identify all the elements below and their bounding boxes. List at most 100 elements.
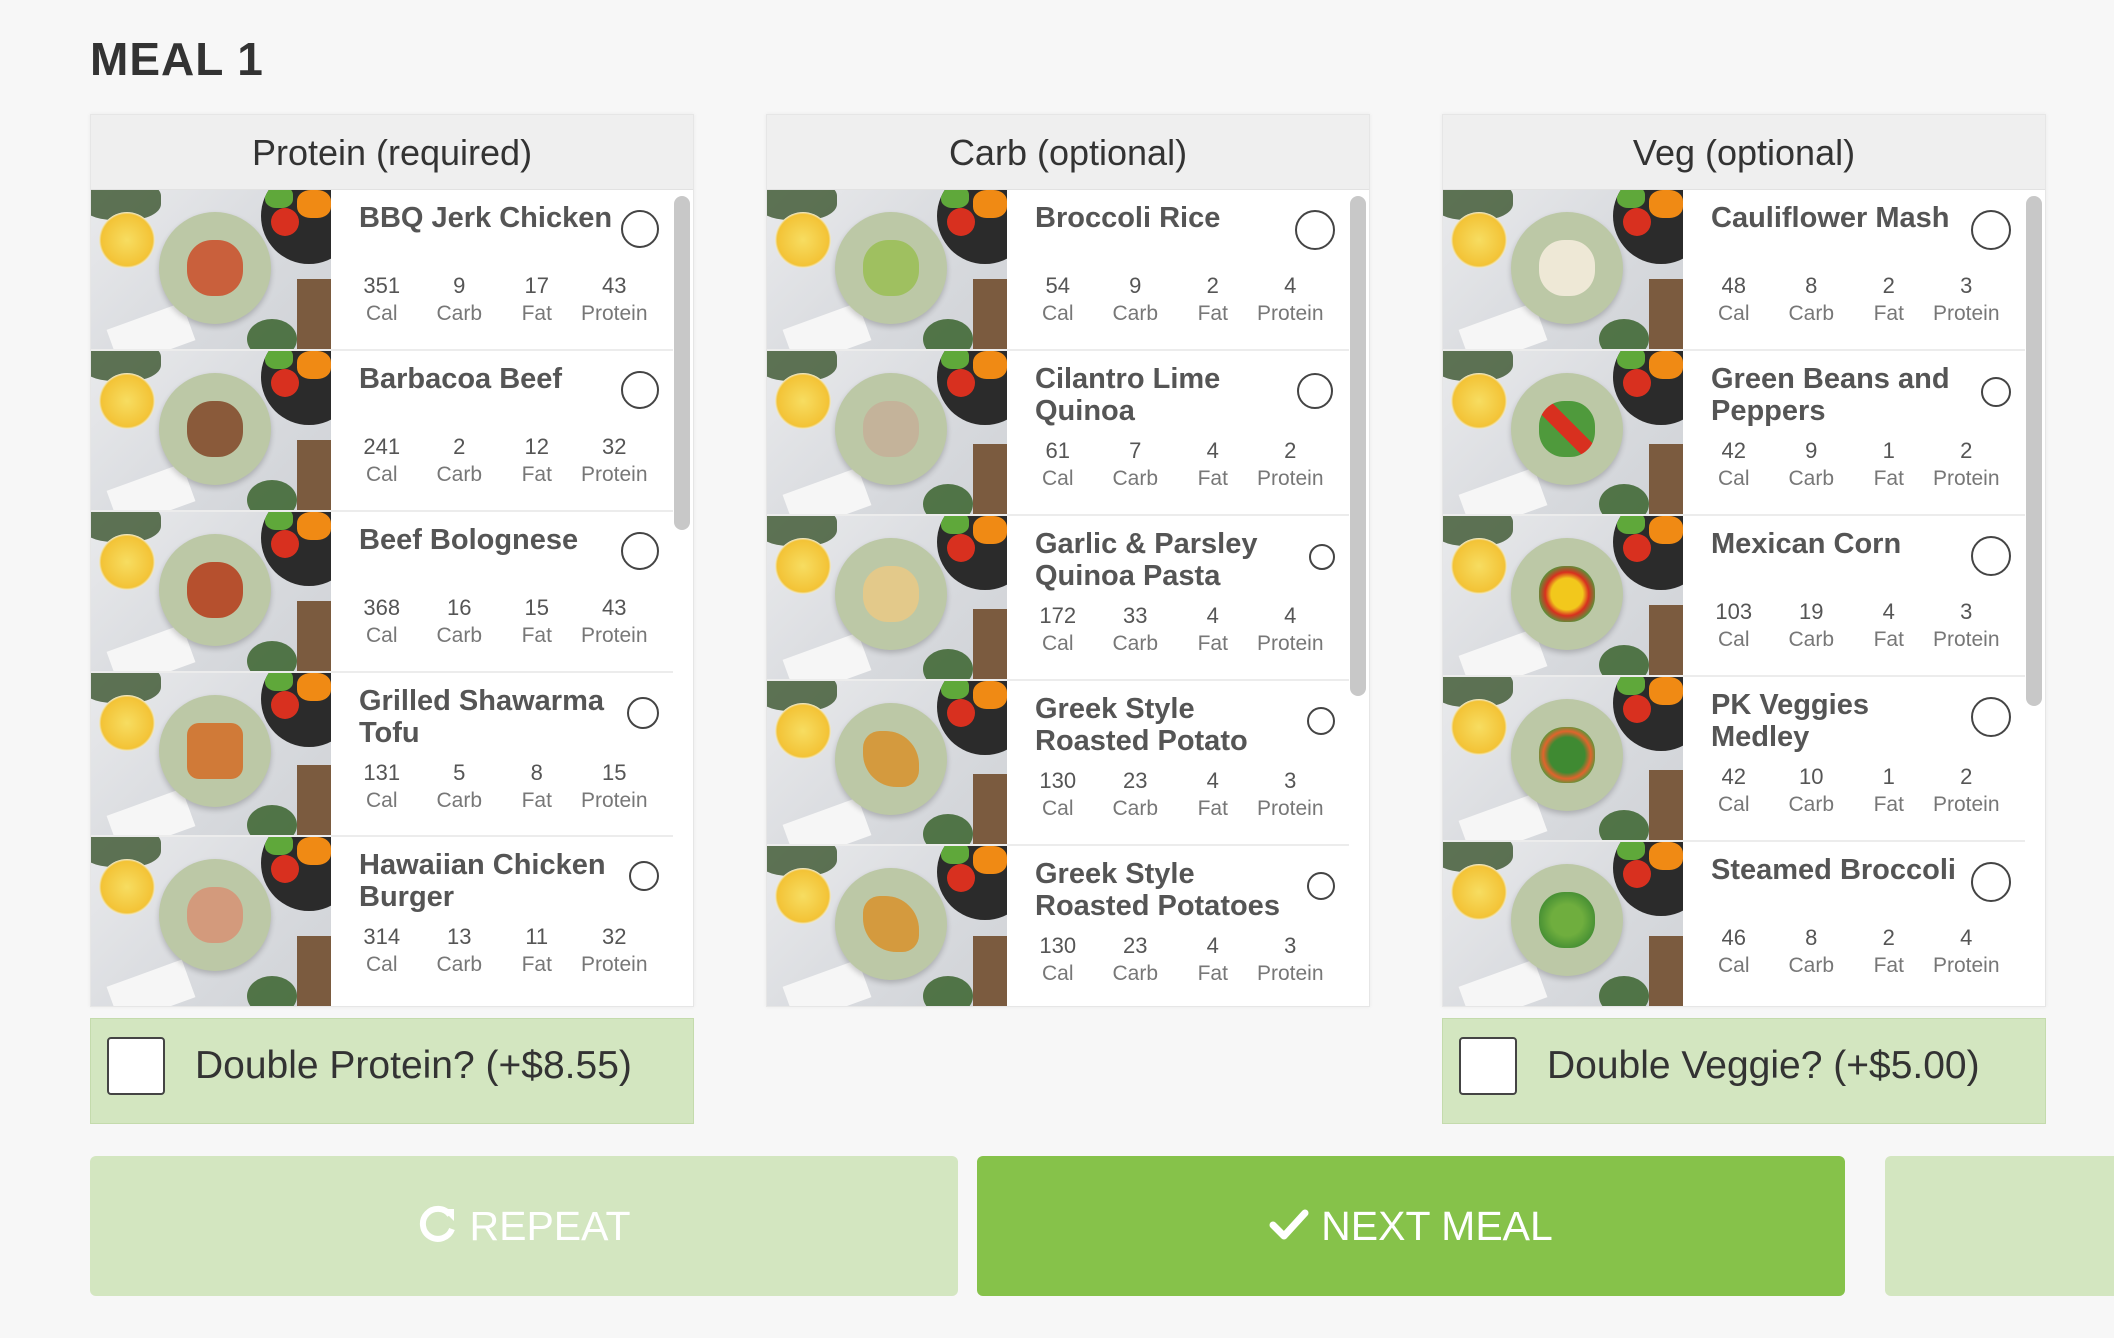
double-protein-toggle[interactable]: Double Protein? (+$8.55) [90, 1018, 694, 1124]
select-radio[interactable] [1971, 210, 2011, 250]
fat-label: Fat [521, 953, 552, 976]
item-name: Grilled Shawarma Tofu [359, 685, 604, 749]
fat-label: Fat [521, 463, 552, 486]
carb-label: Carb [1112, 632, 1159, 655]
protein-value: 3 [1284, 933, 1297, 958]
meal-photo [1443, 516, 1683, 675]
carb-value: 2 [453, 434, 466, 459]
carb-label: Carb [1788, 793, 1835, 816]
cal-label: Cal [1717, 793, 1750, 816]
carb-label: Carb [1788, 628, 1835, 651]
meal-photo [767, 351, 1007, 514]
cal-value: 351 [363, 273, 401, 298]
next-meal-button[interactable]: NEXT MEAL [977, 1156, 1845, 1296]
fat-label: Fat [1197, 467, 1228, 490]
double-veggie-label: Double Veggie? (+$5.00) [1547, 1044, 1980, 1087]
protein-value: 2 [1960, 438, 1973, 463]
carb-label: Carb [1112, 467, 1159, 490]
list-item[interactable]: Hawaiian Chicken Burger 314 Cal 13 Carb 11… [91, 837, 673, 1006]
cal-label: Cal [365, 624, 398, 647]
list-item[interactable]: Green Beans and Peppers 42 Cal 9 Carb 1 Fat… [1443, 351, 2025, 516]
select-radio[interactable] [629, 861, 659, 891]
select-radio[interactable] [627, 697, 659, 729]
veg-list[interactable]: Cauliflower Mash 48 Cal 8 Carb 2 Fat 3 Prote… [1443, 190, 2045, 1006]
protein-label: Protein [1932, 467, 2000, 490]
carb-value: 33 [1123, 603, 1148, 628]
list-item[interactable]: PK Veggies Medley 42 Cal 10 Carb 1 Fat 2 Pro… [1443, 677, 2025, 842]
protein-column: Protein (required) BBQ Jerk Chicken 351 C… [90, 114, 694, 1007]
select-radio[interactable] [1307, 872, 1335, 900]
list-item[interactable]: Cauliflower Mash 48 Cal 8 Carb 2 Fat 3 Prote… [1443, 190, 2025, 351]
veg-scrollbar[interactable] [2026, 196, 2042, 706]
fat-value: 2 [1882, 273, 1895, 298]
protein-value: 32 [602, 434, 627, 459]
list-item[interactable]: Garlic & Parsley Quinoa Pasta 172 Cal 33 C… [767, 516, 1349, 681]
veg-column: Veg (optional) Cauliflower Mash 48 Cal 8C… [1442, 114, 2046, 1007]
select-radio[interactable] [1971, 862, 2011, 902]
macros: 130 Cal 23 Carb 4 Fat 3 Protein [1019, 767, 1329, 823]
list-item[interactable]: Beef Bolognese 368 Cal 16 Carb 15 Fat 43 Pro… [91, 512, 673, 673]
select-radio[interactable] [1309, 544, 1335, 570]
select-radio[interactable] [1307, 707, 1335, 735]
double-veggie-toggle[interactable]: Double Veggie? (+$5.00) [1442, 1018, 2046, 1124]
fat-value: 1 [1882, 764, 1895, 789]
cal-value: 314 [363, 924, 401, 949]
meal-photo [91, 512, 331, 671]
carb-list[interactable]: Broccoli Rice 54 Cal 9 Carb 2 Fat 4 Protein … [767, 190, 1369, 1006]
select-radio[interactable] [1971, 697, 2011, 737]
item-name: Greek Style Roasted Potatoes [1035, 858, 1280, 922]
repeat-button[interactable]: REPEAT [90, 1156, 958, 1296]
list-item[interactable]: Greek Style Roasted Potato 130 Cal 23 Carb… [767, 681, 1349, 846]
list-item[interactable]: Steamed Broccoli 46 Cal 8 Carb 2 Fat 4 Prote… [1443, 842, 2025, 1006]
macros: 368 Cal 16 Carb 15 Fat 43 Protein [343, 594, 653, 650]
select-radio[interactable] [1981, 377, 2011, 407]
fat-value: 12 [524, 434, 549, 459]
cal-value: 130 [1039, 768, 1077, 793]
list-item[interactable]: Cilantro Lime Quinoa 61 Cal 7 Carb 4 Fat 2 P… [767, 351, 1349, 516]
protein-value: 3 [1960, 273, 1973, 298]
carb-scrollbar[interactable] [1350, 196, 1366, 696]
list-item[interactable]: Broccoli Rice 54 Cal 9 Carb 2 Fat 4 Protein [767, 190, 1349, 351]
list-item[interactable]: Greek Style Roasted Potatoes 130 Cal 23 Ca… [767, 846, 1349, 1006]
carb-value: 23 [1123, 933, 1148, 958]
double-protein-checkbox[interactable] [107, 1037, 165, 1095]
fat-value: 17 [524, 273, 549, 298]
list-item[interactable]: Grilled Shawarma Tofu 131 Cal 5 Carb 8 Fat … [91, 673, 673, 837]
macros: 314 Cal 13 Carb 11 Fat 32 Protein [343, 923, 653, 979]
macros: 241 Cal 2 Carb 12 Fat 32 Protein [343, 433, 653, 489]
select-radio[interactable] [1297, 373, 1333, 409]
select-radio[interactable] [621, 210, 659, 248]
protein-label: Protein [580, 463, 648, 486]
meal-photo [1443, 190, 1683, 349]
protein-value: 32 [602, 924, 627, 949]
meal-builder-page: MEAL 1 Protein (required) BBQ Jerk Chick… [0, 0, 2114, 1338]
cal-label: Cal [1041, 302, 1074, 325]
item-name: Cauliflower Mash [1711, 202, 1950, 234]
macros: 351 Cal 9 Carb 17 Fat 43 Protein [343, 272, 653, 328]
list-item[interactable]: Mexican Corn 103 Cal 19 Carb 4 Fat 3 Protein [1443, 516, 2025, 677]
select-radio[interactable] [1295, 210, 1335, 250]
protein-value: 4 [1284, 603, 1297, 628]
more-button[interactable] [1885, 1156, 2114, 1296]
protein-list[interactable]: BBQ Jerk Chicken 351 Cal 9 Carb 17 Fat 43 Pr… [91, 190, 693, 1006]
meal-photo [91, 673, 331, 835]
cal-value: 368 [363, 595, 401, 620]
select-radio[interactable] [621, 371, 659, 409]
carb-value: 23 [1123, 768, 1148, 793]
checkmark-icon [1269, 1159, 1309, 1299]
protein-scrollbar[interactable] [674, 196, 690, 530]
cal-value: 130 [1039, 933, 1077, 958]
select-radio[interactable] [1971, 536, 2011, 576]
cal-label: Cal [1717, 467, 1750, 490]
list-item[interactable]: Barbacoa Beef 241 Cal 2 Carb 12 Fat 32 Prote… [91, 351, 673, 512]
refresh-icon [418, 1159, 458, 1299]
list-item[interactable]: BBQ Jerk Chicken 351 Cal 9 Carb 17 Fat 43 Pr… [91, 190, 673, 351]
protein-value: 3 [1960, 599, 1973, 624]
macros: 54 Cal 9 Carb 2 Fat 4 Protein [1019, 272, 1329, 328]
carb-value: 8 [1805, 273, 1818, 298]
carb-label: Carb [1112, 797, 1159, 820]
item-name: Cilantro Lime Quinoa [1035, 363, 1221, 427]
select-radio[interactable] [621, 532, 659, 570]
protein-label: Protein [1256, 797, 1324, 820]
double-veggie-checkbox[interactable] [1459, 1037, 1517, 1095]
